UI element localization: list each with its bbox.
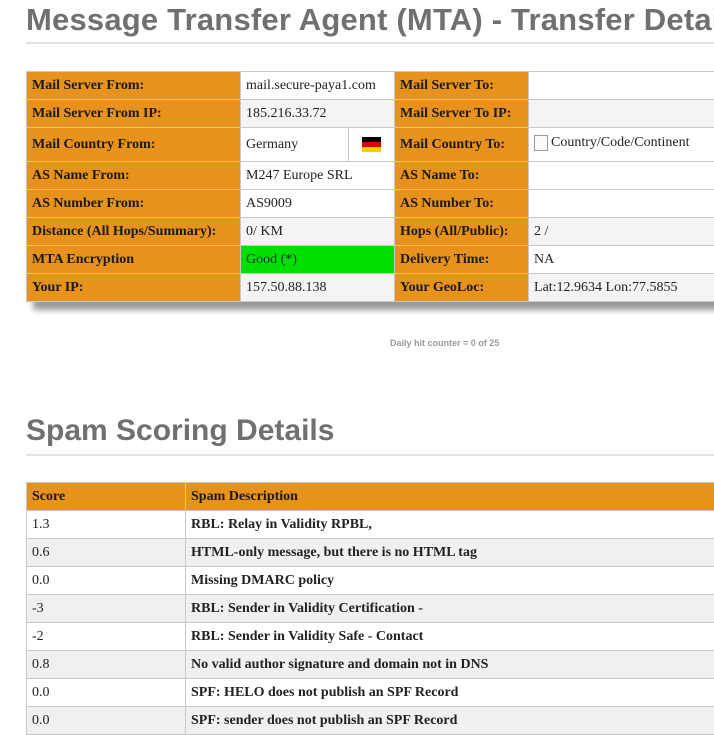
description-cell: HTML-only message, but there is no HTML … [186,539,714,567]
country-to-label: Mail Country To: [395,128,529,162]
table-row: -2 RBL: Sender in Validity Safe - Contac… [27,623,714,651]
table-row: 1.3 RBL: Relay in Validity RPBL, [27,511,714,539]
description-header: Spam Description [186,483,714,511]
table-row: 0.0 Missing DMARC policy [27,567,714,595]
description-cell: SPF: HELO does not publish an SPF Record [186,679,714,707]
server-from-value: mail.secure-paya1.com [241,72,395,100]
score-header: Score [27,483,186,511]
table-row: 0.8 No valid author signature and domain… [27,651,714,679]
delivery-time-label: Delivery Time: [395,246,529,274]
broken-image: Country/Code/Continent [534,135,689,151]
table-row: AS Number From: AS9009 AS Number To: [27,190,714,218]
encryption-value: Good (*) [241,246,395,274]
germany-flag-icon [362,137,381,152]
table-row: MTA Encryption Good (*) Delivery Time: N… [27,246,714,274]
title-divider [26,42,714,44]
score-cell: 0.0 [27,679,186,707]
distance-value: 0/ KM [241,218,395,246]
as-name-to-value [529,162,714,190]
as-number-to-label: AS Number To: [395,190,529,218]
table-row: -3 RBL: Sender in Validity Certification… [27,595,714,623]
table-header-row: Score Spam Description [27,483,714,511]
table-row: Mail Server From IP: 185.216.33.72 Mail … [27,100,714,128]
server-from-ip-label: Mail Server From IP: [27,100,241,128]
score-cell: 0.0 [27,567,186,595]
table-row: Your IP: 157.50.88.138 Your GeoLoc: Lat:… [27,274,714,302]
table-row: Distance (All Hops/Summary): 0/ KM Hops … [27,218,714,246]
description-cell: RBL: Sender in Validity Certification - [186,595,714,623]
country-to-alt-text: Country/Code/Continent [551,135,689,151]
your-ip-value: 157.50.88.138 [241,274,395,302]
score-cell: -2 [27,623,186,651]
description-cell: RBL: Relay in Validity RPBL, [186,511,714,539]
mta-details-table: Mail Server From: mail.secure-paya1.com … [26,71,714,302]
table-row: 0.6 HTML-only message, but there is no H… [27,539,714,567]
server-to-ip-label: Mail Server To IP: [395,100,529,128]
table-row: AS Name From: M247 Europe SRL AS Name To… [27,162,714,190]
spam-scoring-panel: Score Spam Description 1.3 RBL: Relay in… [26,482,714,735]
as-name-from-value: M247 Europe SRL [241,162,395,190]
spam-title-divider [26,454,714,456]
country-flag-cell [349,128,395,162]
country-from-label: Mail Country From: [27,128,241,162]
country-from-value: Germany [241,128,349,162]
score-cell: -3 [27,595,186,623]
hit-counter: Daily hit counter = 0 of 25 [390,338,499,348]
table-row: Mail Country From: Germany Mail Country … [27,128,714,162]
table-row: 0.0 SPF: HELO does not publish an SPF Re… [27,679,714,707]
as-number-from-value: AS9009 [241,190,395,218]
as-name-from-label: AS Name From: [27,162,241,190]
mta-section-title: Message Transfer Agent (MTA) - Transfer … [26,2,714,38]
spam-section-title: Spam Scoring Details [26,414,334,448]
encryption-label: MTA Encryption [27,246,241,274]
spam-scoring-table: Score Spam Description 1.3 RBL: Relay in… [26,482,714,735]
hops-label: Hops (All/Public): [395,218,529,246]
country-to-cell: Country/Code/Continent [529,128,714,162]
your-ip-label: Your IP: [27,274,241,302]
mta-details-panel: Mail Server From: mail.secure-paya1.com … [26,71,714,302]
description-cell: RBL: Sender in Validity Safe - Contact [186,623,714,651]
server-to-ip-value [529,100,714,128]
table-row: Mail Server From: mail.secure-paya1.com … [27,72,714,100]
table-row: 0.0 SPF: sender does not publish an SPF … [27,707,714,735]
as-number-from-label: AS Number From: [27,190,241,218]
server-to-label: Mail Server To: [395,72,529,100]
delivery-time-value: NA [529,246,714,274]
as-number-to-value [529,190,714,218]
description-cell: No valid author signature and domain not… [186,651,714,679]
score-cell: 0.6 [27,539,186,567]
hops-value: 2 / [529,218,714,246]
server-to-value [529,72,714,100]
broken-image-icon [534,135,548,151]
distance-label: Distance (All Hops/Summary): [27,218,241,246]
server-from-ip-value: 185.216.33.72 [241,100,395,128]
score-cell: 0.8 [27,651,186,679]
geoloc-value: Lat:12.9634 Lon:77.5855 [529,274,714,302]
description-cell: SPF: sender does not publish an SPF Reco… [186,707,714,735]
geoloc-label: Your GeoLoc: [395,274,529,302]
score-cell: 1.3 [27,511,186,539]
server-from-label: Mail Server From: [27,72,241,100]
score-cell: 0.0 [27,707,186,735]
description-cell: Missing DMARC policy [186,567,714,595]
as-name-to-label: AS Name To: [395,162,529,190]
